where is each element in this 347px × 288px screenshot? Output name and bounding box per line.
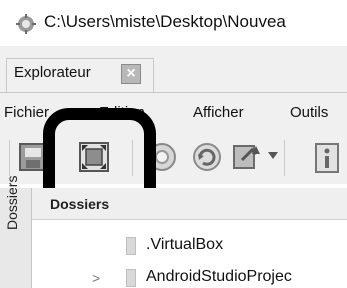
refresh-icon[interactable] [190,140,224,174]
menu-afficher[interactable]: Afficher [193,104,244,121]
dropdown-icon[interactable] [268,152,278,160]
folder-icon [126,237,136,255]
tree-item-androidstudioprojects[interactable]: AndroidStudioProjec [146,268,292,286]
toolbar-separator [284,140,285,176]
info-icon[interactable] [310,140,344,174]
menu-outils[interactable]: Outils [290,104,328,121]
tab-divider [0,92,347,93]
tab-label: Explorateur [14,64,91,81]
app-gear-icon [16,14,36,34]
tab-close-button[interactable]: × [121,64,141,84]
transfer-icon[interactable] [230,140,264,174]
expand-icon[interactable]: > [92,270,100,286]
folder-icon [126,269,136,287]
menu-fichier[interactable]: Fichier [4,104,49,121]
tree-item-virtualbox[interactable]: .VirtualBox [146,236,223,254]
tree-header-label: Dossiers [50,196,110,212]
window-title: C:\Users\miste\Desktop\Nouvea [44,12,286,31]
toolbar-separator [9,140,10,176]
side-panel-tab-label: Dossiers [4,175,20,230]
